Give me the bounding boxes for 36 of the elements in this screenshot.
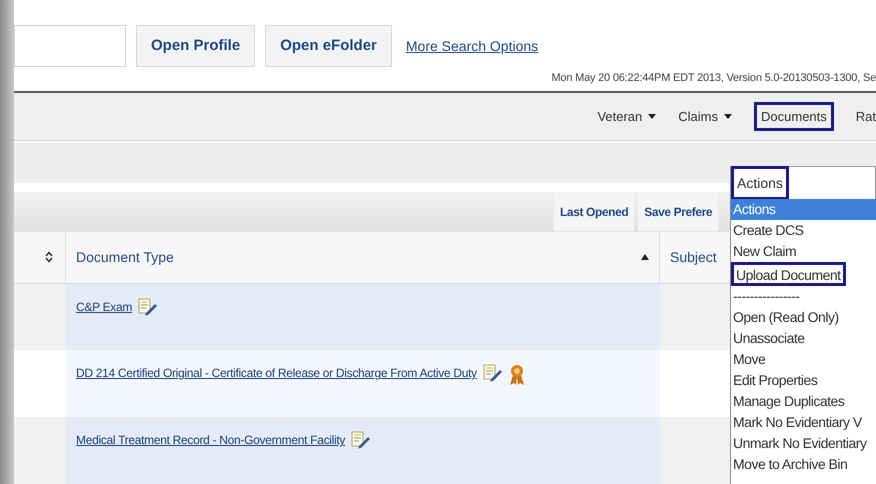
caret-icon <box>648 114 656 119</box>
caret-icon <box>724 114 732 119</box>
document-type-link[interactable]: DD 214 Certified Original - Certificate of Release or Discharge From Active Duty <box>76 364 477 382</box>
nav-menu-item[interactable]: Rat <box>856 106 876 126</box>
dropdown-option[interactable]: Unassociate <box>731 328 876 349</box>
dropdown-option[interactable]: Edit Properties <box>731 370 876 391</box>
toolbar-button[interactable]: Last Opened <box>554 192 634 231</box>
dropdown-option[interactable]: Move <box>731 349 876 370</box>
toolbar-button[interactable]: Open Profile <box>136 25 256 67</box>
sort-icon[interactable] <box>45 251 53 264</box>
dropdown-option[interactable]: Actions <box>731 199 876 220</box>
document-type-link[interactable]: C&P Exam <box>76 298 132 316</box>
dropdown-option[interactable]: Open (Read Only) <box>731 307 876 328</box>
nav-menu-item[interactable]: Claims <box>678 106 732 126</box>
dropdown-option[interactable]: Upload Document <box>731 262 846 286</box>
document-type-link[interactable]: Medical Treatment Record - Non-Government Facility <box>76 431 346 450</box>
toolbar-button[interactable]: Save Prefere <box>638 192 718 231</box>
nav-menu-item[interactable]: Veteran <box>597 106 656 126</box>
award-ribbon-icon <box>508 364 525 386</box>
dropdown-option[interactable]: Mark No Evidentiary V <box>731 412 876 433</box>
dropdown-option[interactable]: Unmark No Evidentiary <box>731 433 876 454</box>
edit-document-icon[interactable] <box>138 298 158 316</box>
sort-ascending-icon[interactable] <box>641 254 649 260</box>
dropdown-option[interactable]: Move to Archive Bin <box>731 454 876 475</box>
version-timestamp: Mon May 20 06:22:44PM EDT 2013, Version 5.0-20130503-1300, Se <box>551 70 876 86</box>
more-search-options-link[interactable]: More Search Options <box>406 36 538 56</box>
dropdown-option[interactable]: Create DCS <box>731 220 876 241</box>
column-header[interactable]: Document Type <box>66 232 660 283</box>
search-field[interactable] <box>14 25 126 67</box>
toolbar-button[interactable]: Open eFolder <box>265 25 392 67</box>
dropdown-option[interactable]: Manage Duplicates <box>731 391 876 412</box>
edit-document-icon[interactable] <box>351 431 372 450</box>
dropdown-option[interactable]: New Claim <box>731 241 876 262</box>
dropdown-option[interactable]: ---------------- <box>731 286 876 307</box>
nav-menu-item[interactable]: Documents <box>754 102 834 132</box>
edit-document-icon[interactable] <box>482 364 503 382</box>
